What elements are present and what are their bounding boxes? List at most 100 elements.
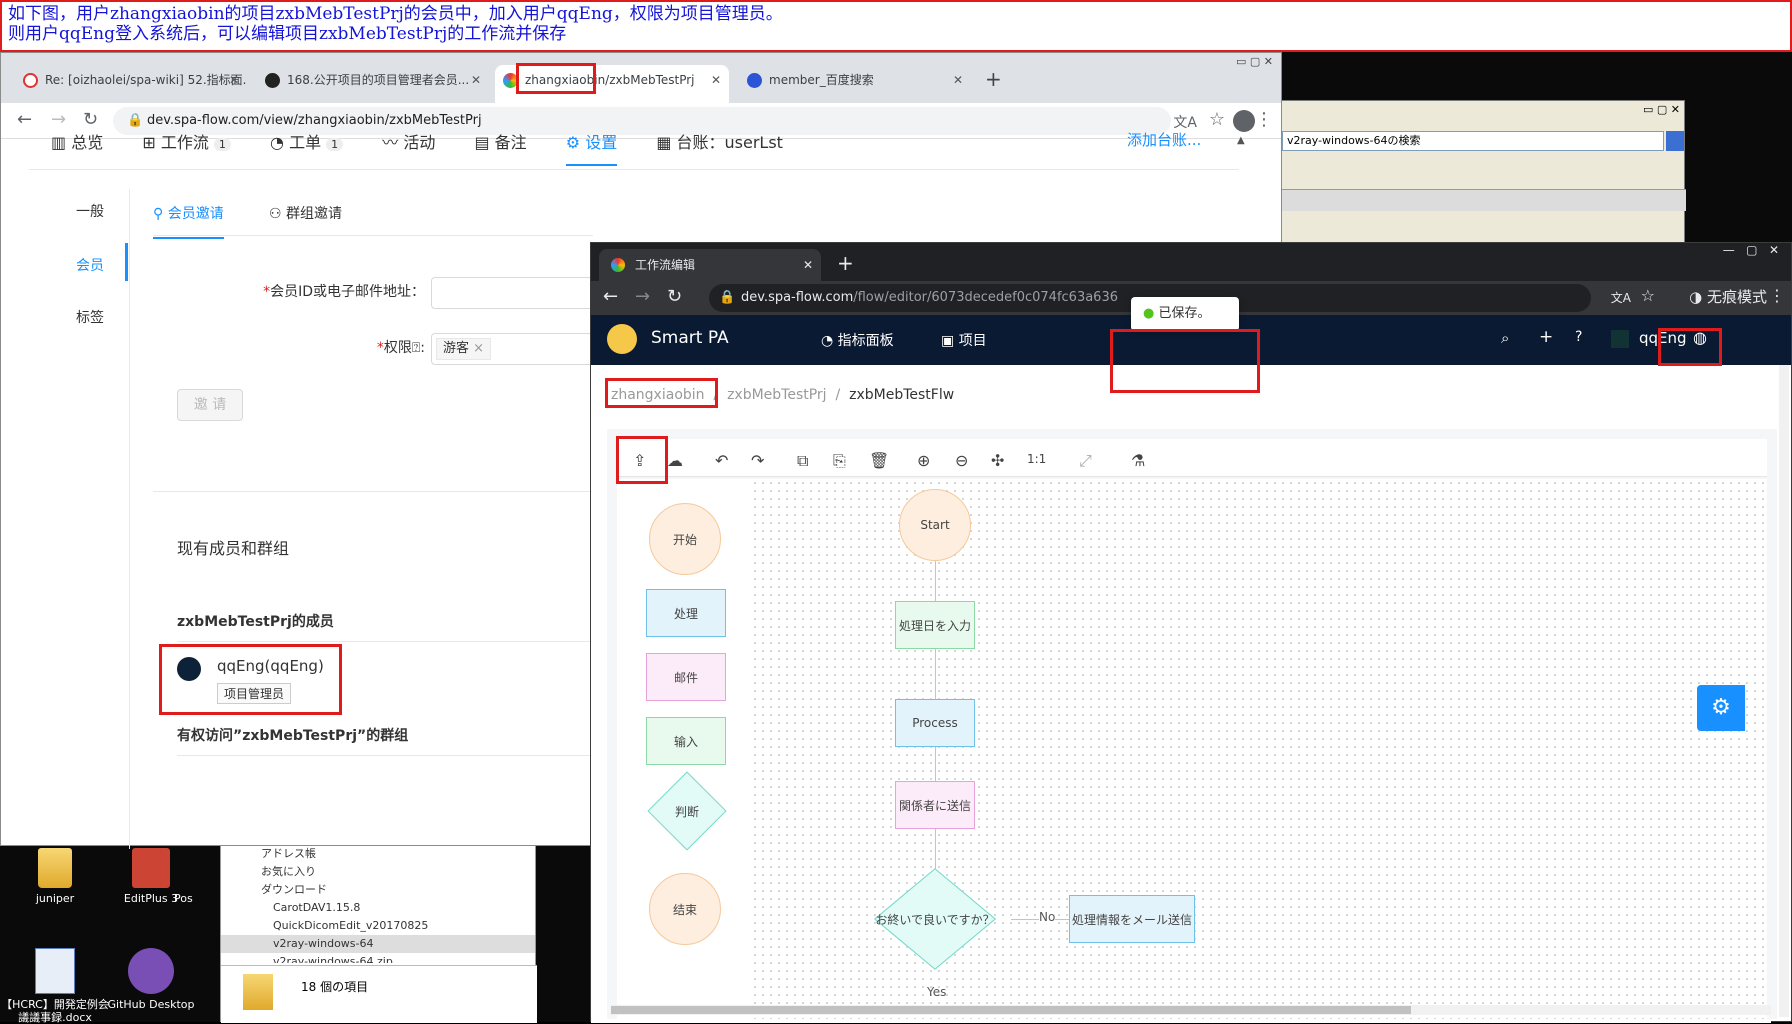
actual-size-icon[interactable]: 1:1 <box>1027 452 1046 466</box>
upload-icon[interactable]: ☁ <box>667 451 683 470</box>
flow-node-send[interactable]: 処理情報をメール送信 <box>1069 895 1195 943</box>
menu-icon[interactable]: ⋮ <box>1255 109 1273 130</box>
nav-memo[interactable]: ▤ 备注 <box>474 133 526 152</box>
bookmark-star-icon[interactable]: ☆ <box>1209 109 1225 130</box>
search-input[interactable]: v2ray-windows-64の検索 <box>1282 131 1664 151</box>
redo-icon[interactable]: ↷ <box>751 451 764 470</box>
nav-activity[interactable]: 〰 活动 <box>382 133 435 152</box>
flow-node-start[interactable]: Start <box>899 489 971 561</box>
close-icon[interactable]: ✕ <box>229 65 239 95</box>
forward-icon[interactable]: → <box>635 286 650 307</box>
palette-input[interactable]: 输入 <box>646 717 726 765</box>
window-controls[interactable]: ▭ ▢ ✕ <box>1236 55 1273 68</box>
user-avatar[interactable] <box>1611 330 1629 348</box>
sidebar-item-members[interactable]: 会员 <box>76 255 104 275</box>
forward-icon[interactable]: → <box>51 109 66 130</box>
tab-baidu[interactable]: member_百度搜索 ✕ <box>739 65 971 103</box>
add-ledger-link[interactable]: 添加台账... <box>1127 129 1201 150</box>
palette-decision[interactable]: 判断 <box>647 801 727 821</box>
back-icon[interactable]: ← <box>603 286 618 307</box>
tree-item[interactable]: お気に入り <box>221 863 535 881</box>
zoom-in-icon[interactable]: ⊕ <box>917 451 930 470</box>
user-name[interactable]: qqEng <box>1639 329 1687 347</box>
desktop-icon-docx[interactable]: 【HCRC】開発定例会議議事録.docx <box>0 948 110 1024</box>
desktop-icon-juniper[interactable]: juniper <box>0 848 110 905</box>
flow-node-mail[interactable]: 関係者に送信 <box>895 781 975 829</box>
nav-ledger[interactable]: ▦ 台账：userLst <box>656 133 783 152</box>
settings-icon[interactable]: ⚙ <box>1697 685 1745 731</box>
desktop-icon-github[interactable]: GitHub Desktop <box>96 948 206 1011</box>
tree-item[interactable]: v2ray-windows-64.zip <box>221 953 535 963</box>
fullscreen-icon[interactable]: ⤢ <box>1079 451 1092 471</box>
tab-group-invite[interactable]: ⚇ 群组邀请 <box>269 203 342 223</box>
close-icon[interactable]: ✕ <box>803 249 813 281</box>
scrollbar-thumb[interactable] <box>611 1006 1411 1014</box>
nav-settings[interactable]: ⚙ 设置 <box>565 133 618 166</box>
paste-icon[interactable]: ⎘ <box>833 451 846 471</box>
flow-node-input[interactable]: 処理日を入力 <box>895 601 975 649</box>
palette-mail[interactable]: 邮件 <box>646 653 726 701</box>
tree-item[interactable]: ダウンロード <box>221 881 535 899</box>
search-icon[interactable]: ⌕ <box>1501 329 1509 347</box>
new-tab-icon[interactable]: + <box>837 251 854 275</box>
baidu-icon <box>747 73 762 88</box>
nav-overview[interactable]: ▥ 总览 <box>51 133 103 152</box>
back-icon[interactable]: ← <box>17 109 32 130</box>
app-name[interactable]: Smart PA <box>651 328 729 348</box>
new-tab-icon[interactable]: + <box>985 67 1002 91</box>
zoom-out-icon[interactable]: ⊖ <box>955 451 968 470</box>
tab-github[interactable]: 168.公开项目的项目管理者会员... ✕ <box>257 65 489 103</box>
palette-end[interactable]: 结束 <box>649 873 721 945</box>
tab-workflow-editor[interactable]: 工作流编辑 ✕ <box>599 249 821 281</box>
tab-project[interactable]: zhangxiaobin/zxbMebTestPrj ✕ <box>495 65 729 103</box>
breadcrumb-owner[interactable]: zhangxiaobin <box>611 387 705 403</box>
permission-select[interactable]: 游客 × <box>431 333 591 365</box>
nav-project[interactable]: ▣ 项目 <box>941 330 987 350</box>
scroll-up-icon[interactable]: ▲ <box>1237 135 1245 146</box>
copy-icon[interactable]: ⧉ <box>797 451 808 471</box>
horizontal-scrollbar[interactable] <box>611 1005 1771 1015</box>
close-icon: × <box>473 341 485 356</box>
tab-member-invite[interactable]: ⚲ 会员邀请 <box>153 203 224 239</box>
menu-icon[interactable]: ⋮ <box>1769 286 1785 305</box>
plus-icon[interactable]: + <box>1539 327 1553 347</box>
globe-icon[interactable]: ◍ <box>1693 328 1707 347</box>
invite-button[interactable]: 邀 请 <box>177 389 243 421</box>
help-icon[interactable]: ? <box>1575 329 1582 345</box>
sidebar-item-tags[interactable]: 标签 <box>76 307 104 327</box>
nav-workflow[interactable]: ⊞ 工作流 1 <box>142 133 231 152</box>
reload-icon[interactable]: ↻ <box>83 109 98 130</box>
close-icon[interactable]: ✕ <box>711 65 721 95</box>
search-icon[interactable] <box>1666 131 1684 151</box>
sidebar-item-general[interactable]: 一般 <box>76 201 104 221</box>
window-controls[interactable]: — ▢ ✕ <box>1723 243 1779 257</box>
save-icon[interactable]: ⇪ <box>633 451 646 470</box>
breadcrumb-project[interactable]: zxbMebTestPrj <box>727 387 827 403</box>
member-id-input[interactable] <box>431 277 591 309</box>
bookmark-star-icon[interactable]: ☆ <box>1641 286 1655 305</box>
flow-node-process[interactable]: Process <box>895 699 975 747</box>
palette-process[interactable]: 处理 <box>646 589 726 637</box>
tree-item[interactable]: アドレス帳 <box>221 845 535 863</box>
desktop-icon-pos[interactable]: Pos <box>174 892 214 905</box>
tab-wiki[interactable]: Re: [oizhaolei/spa-wiki] 52.指标面... ✕ <box>15 65 247 103</box>
profile-icon[interactable] <box>1233 110 1255 132</box>
tree-item-selected[interactable]: v2ray-windows-64 <box>221 935 535 953</box>
flow-node-decision[interactable]: お終いで良いですか？ <box>859 909 1011 929</box>
test-icon[interactable]: ⚗ <box>1131 451 1145 470</box>
translate-icon[interactable]: 文A <box>1611 289 1631 306</box>
window-controls[interactable]: ▭ ▢ ✕ <box>1643 103 1680 116</box>
fit-icon[interactable]: ✣ <box>991 451 1004 470</box>
nav-dashboard[interactable]: ◔ 指标面板 <box>821 330 894 350</box>
tree-item[interactable]: CarotDAV1.15.8 <box>221 899 535 917</box>
nav-ticket[interactable]: ◔ 工单 1 <box>270 133 344 152</box>
vertical-scrollbar[interactable] <box>1779 365 1789 1017</box>
incognito-indicator[interactable]: ◑ 无痕模式 <box>1689 286 1767 307</box>
reload-icon[interactable]: ↻ <box>667 286 682 307</box>
palette-start[interactable]: 开始 <box>649 503 721 575</box>
tree-item[interactable]: QuickDicomEdit_v20170825 <box>221 917 535 935</box>
undo-icon[interactable]: ↶ <box>715 451 728 470</box>
delete-icon[interactable]: 🗑 <box>869 451 889 470</box>
close-icon[interactable]: ✕ <box>471 65 481 95</box>
close-icon[interactable]: ✕ <box>953 65 963 95</box>
